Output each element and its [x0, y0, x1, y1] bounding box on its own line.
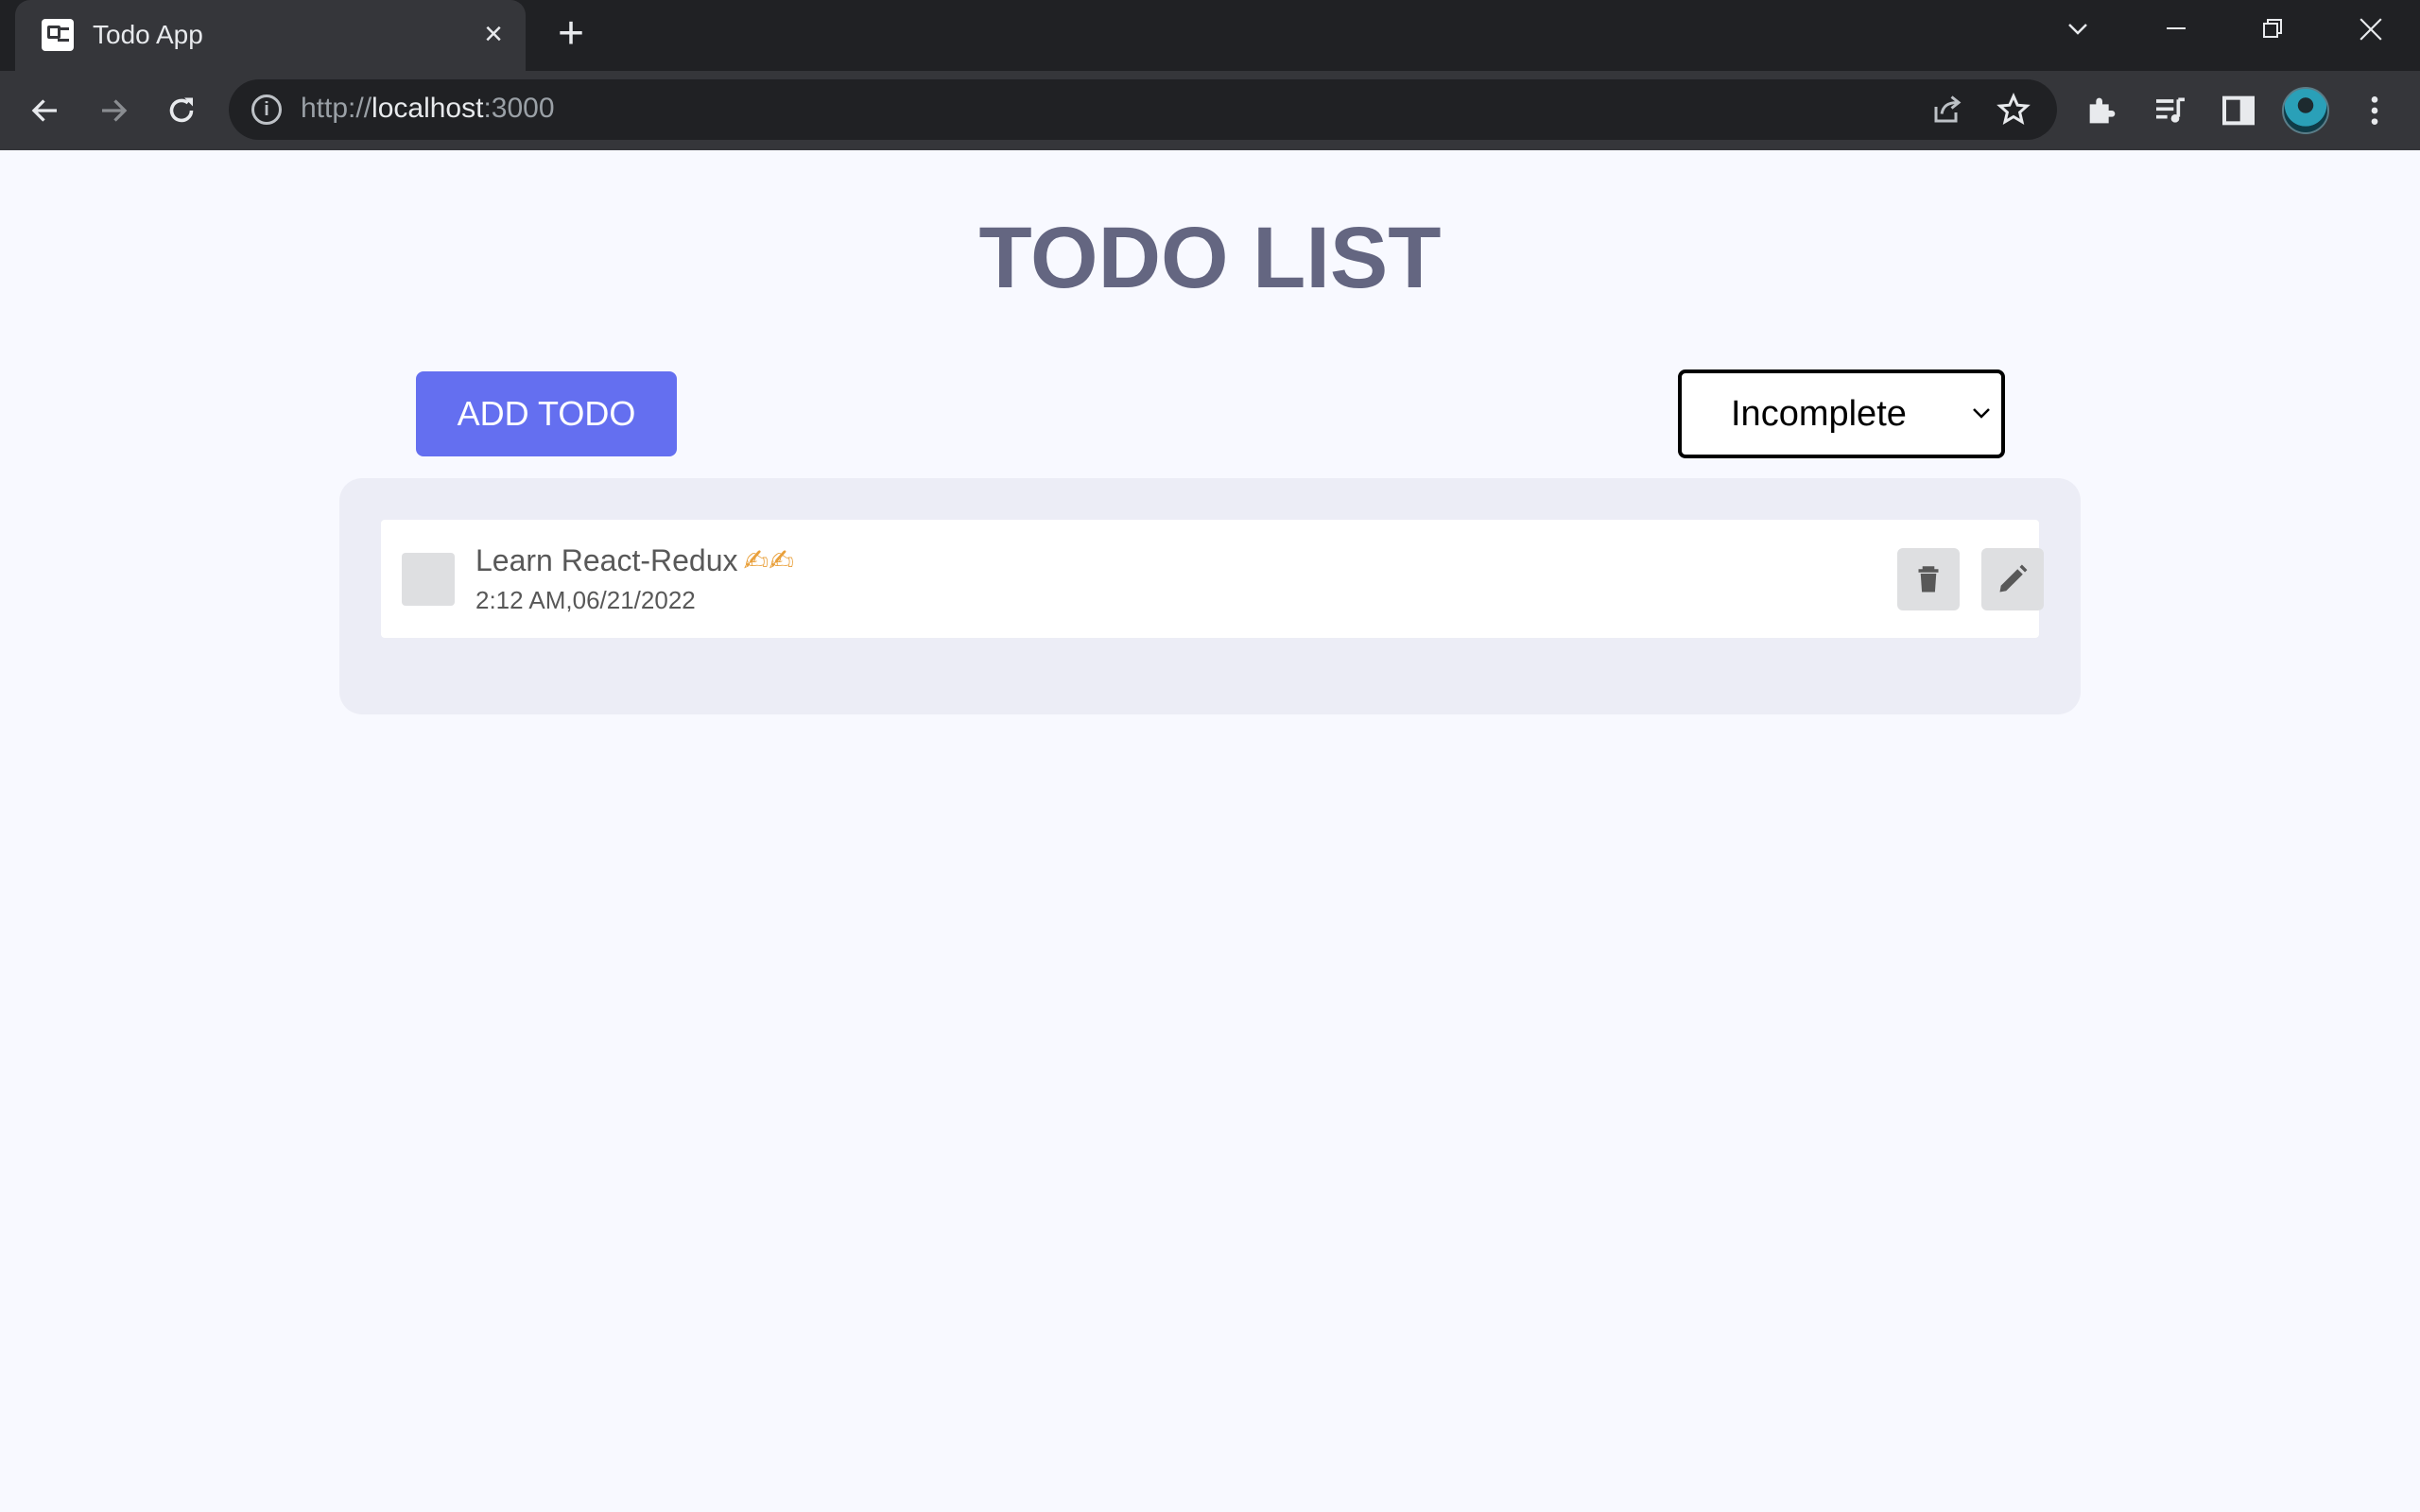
checklist-favicon-icon — [42, 19, 74, 51]
browser-chrome: Todo App × + i http://localhost:3000 — [0, 0, 2420, 150]
profile-avatar[interactable] — [2282, 87, 2329, 134]
tab-title: Todo App — [93, 20, 203, 49]
trash-icon — [1918, 566, 1939, 593]
todo-checkbox[interactable] — [402, 553, 455, 606]
media-queue-icon[interactable] — [2152, 92, 2189, 129]
url-text[interactable]: http://localhost:3000 — [301, 93, 555, 125]
more-menu-icon[interactable] — [2356, 92, 2394, 129]
share-icon[interactable] — [1930, 93, 1964, 127]
tab-close-icon[interactable]: × — [475, 15, 512, 53]
tab-search-chevron-icon[interactable] — [2051, 11, 2104, 49]
browser-toolbar: i http://localhost:3000 — [0, 71, 2420, 150]
todo-timestamp: 2:12 AM,06/21/2022 — [475, 586, 696, 614]
pencil-icon — [1999, 564, 2028, 593]
back-arrow-icon[interactable] — [23, 88, 68, 133]
reload-icon[interactable] — [159, 88, 204, 133]
side-panel-icon[interactable] — [2220, 92, 2257, 129]
todo-title: Learn React-Redux ✍✍ — [475, 543, 795, 577]
close-window-icon[interactable] — [2344, 11, 2397, 49]
bookmark-star-icon[interactable] — [1996, 93, 2031, 127]
site-info-icon[interactable]: i — [251, 94, 282, 125]
address-bar[interactable]: i http://localhost:3000 — [229, 79, 2057, 140]
todo-item: Learn React-Redux ✍✍ 2:12 AM,06/21/2022 — [381, 520, 2044, 638]
forward-arrow-icon[interactable] — [91, 88, 136, 133]
chevron-down-icon — [1973, 408, 1990, 419]
status-filter-select[interactable]: Incomplete — [1678, 369, 2005, 458]
add-todo-button[interactable]: ADD TODO — [416, 371, 677, 456]
filter-selected-value: Incomplete — [1731, 394, 1907, 434]
tab-todo-app[interactable]: Todo App × — [15, 0, 526, 71]
new-tab-button[interactable]: + — [552, 11, 590, 57]
todo-list-panel: Learn React-Redux ✍✍ 2:12 AM,06/21/2022 — [339, 478, 2081, 714]
writing-hand-emoji-icon: ✍✍ — [743, 543, 795, 577]
extensions-puzzle-icon[interactable] — [2083, 92, 2121, 129]
minimize-icon[interactable] — [2150, 11, 2203, 49]
delete-todo-button[interactable] — [1897, 548, 1960, 610]
edit-todo-button[interactable] — [1981, 548, 2044, 610]
tab-strip: Todo App × + — [0, 0, 2420, 71]
restore-icon[interactable] — [2246, 11, 2299, 49]
page-title: TODO LIST — [978, 210, 1442, 306]
todo-app-page: TODO LIST ADD TODO Incomplete Learn Reac… — [0, 150, 2420, 1512]
